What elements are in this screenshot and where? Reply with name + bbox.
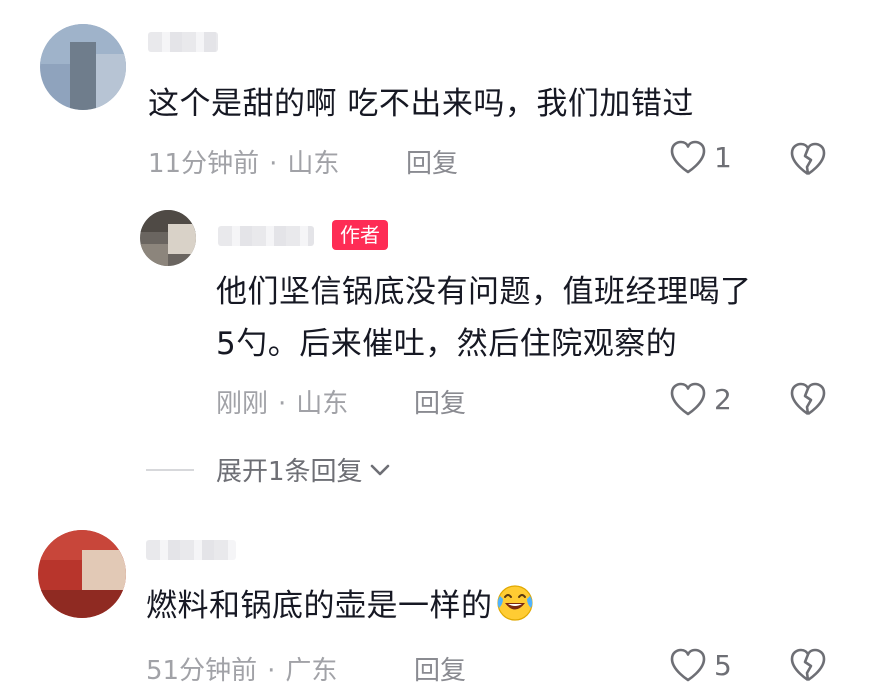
like-button[interactable]: 1 — [668, 138, 732, 176]
comment-location: 山东 — [287, 149, 340, 179]
heart-icon — [670, 382, 706, 416]
username-blurred[interactable] — [146, 540, 236, 560]
comment-meta: 11分钟前 · 山东 — [148, 143, 339, 180]
separator-dot: · — [278, 389, 287, 419]
username-blurred[interactable] — [218, 226, 314, 246]
avatar[interactable] — [38, 530, 126, 618]
like-count: 5 — [714, 648, 732, 682]
comment-text: 这个是甜的啊 吃不出来吗，我们加错过 — [148, 86, 694, 122]
dislike-button[interactable] — [788, 140, 828, 182]
like-button[interactable]: 5 — [668, 646, 732, 684]
broken-heart-icon — [790, 382, 826, 416]
comment-item: 燃料和锅底的壶是一样的 51分钟前 · 广东 回复 5 — [0, 510, 872, 700]
comment-text: 燃料和锅底的壶是一样的 — [146, 580, 535, 632]
like-button[interactable]: 2 — [668, 380, 732, 418]
comment-text-content: 燃料和锅底的壶是一样的 — [146, 588, 493, 624]
comment-text-line-2: 5勺。后来催吐，然后住院观察的 — [216, 326, 678, 362]
heart-icon — [670, 648, 706, 682]
expand-replies-label: 展开1条回复 — [216, 457, 363, 487]
broken-heart-icon — [790, 142, 826, 176]
expand-replies-button[interactable]: 展开1条回复 — [146, 451, 393, 488]
like-count: 2 — [714, 382, 732, 416]
heart-icon — [670, 140, 706, 174]
comment-location: 山东 — [296, 389, 349, 419]
username-blurred[interactable] — [148, 32, 218, 52]
comment-time: 51分钟前 — [146, 656, 258, 686]
comment-meta: 51分钟前 · 广东 — [146, 650, 337, 687]
reply-button[interactable]: 回复 — [414, 383, 466, 420]
reply-button[interactable]: 回复 — [406, 143, 458, 180]
dislike-button[interactable] — [788, 380, 828, 422]
laughing-crying-emoji-icon — [496, 585, 533, 621]
comment-text-line-1: 他们坚信锅底没有问题，值班经理喝了 — [216, 274, 752, 310]
reply-button[interactable]: 回复 — [414, 650, 466, 687]
avatar[interactable] — [140, 210, 196, 266]
separator-dot: · — [267, 656, 276, 686]
chevron-down-icon — [370, 464, 389, 475]
author-badge: 作者 — [332, 220, 388, 250]
comment-time: 刚刚 — [216, 389, 269, 419]
comment-time: 11分钟前 — [148, 149, 260, 179]
broken-heart-icon — [790, 648, 826, 682]
expand-divider — [146, 468, 194, 471]
comment-item: 这个是甜的啊 吃不出来吗，我们加错过 11分钟前 · 山东 回复 1 — [0, 0, 872, 200]
comment-meta: 刚刚 · 山东 — [216, 383, 348, 420]
separator-dot: · — [269, 149, 278, 179]
avatar[interactable] — [40, 24, 126, 110]
like-count: 1 — [714, 140, 732, 174]
reply-item: 作者 他们坚信锅底没有问题，值班经理喝了 5勺。后来催吐，然后住院观察的 刚刚 ·… — [0, 200, 872, 500]
comment-location: 广东 — [285, 656, 338, 686]
dislike-button[interactable] — [788, 646, 828, 688]
